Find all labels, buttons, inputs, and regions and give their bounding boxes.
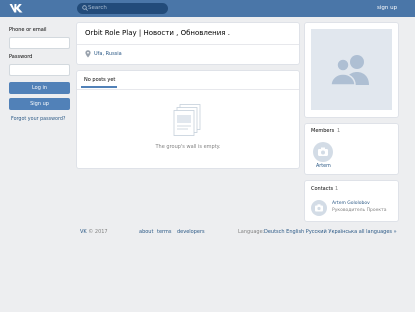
footer-developers-link[interactable]: developers xyxy=(177,229,205,235)
contact-avatar[interactable] xyxy=(311,200,327,216)
forgot-password-link[interactable]: Forgot your password? xyxy=(11,117,65,122)
footer-about-link[interactable]: about xyxy=(139,229,153,235)
contact-name[interactable]: Artem Gololobov xyxy=(332,201,370,206)
footer-language-label: Language: xyxy=(238,229,265,235)
password-field[interactable] xyxy=(9,64,70,76)
footer-copyright: VK © 2017 xyxy=(80,229,108,235)
camera-icon xyxy=(318,147,328,156)
footer-copyright-text: © 2017 xyxy=(88,229,108,235)
vk-logo-icon[interactable] xyxy=(9,2,23,14)
members-count: 1 xyxy=(337,128,341,134)
contacts-count: 1 xyxy=(335,186,339,192)
group-title: Orbit Role Play | Новости , Обновления . xyxy=(85,29,230,37)
member-avatar[interactable] xyxy=(313,142,333,162)
phone-email-label: Phone or email xyxy=(9,27,47,33)
divider xyxy=(77,89,299,90)
contact-role: Руководитель Проекта xyxy=(332,208,387,213)
group-location-link[interactable]: Ufa, Russia xyxy=(94,51,122,57)
login-button[interactable]: Log in xyxy=(9,82,70,94)
footer-vk-link[interactable]: VK xyxy=(80,229,87,235)
member-name[interactable]: Artem xyxy=(316,164,331,169)
password-label: Password xyxy=(9,54,33,60)
top-header xyxy=(0,0,415,17)
empty-wall-text: The group's wall is empty. xyxy=(155,144,221,150)
tab-active-underline xyxy=(81,86,117,88)
phone-email-field[interactable] xyxy=(9,37,70,49)
tab-posts[interactable]: No posts yet xyxy=(84,77,115,83)
signup-button[interactable]: Sign up xyxy=(9,98,70,110)
camera-icon xyxy=(315,204,323,212)
header-signup-link[interactable]: sign up xyxy=(377,3,397,14)
contacts-heading[interactable]: Contacts xyxy=(311,186,333,192)
location-pin-icon xyxy=(85,50,91,58)
divider xyxy=(77,44,299,45)
empty-wall-icon xyxy=(173,104,201,136)
footer-language-links[interactable]: Deutsch English Русский Українська all l… xyxy=(264,229,397,235)
search-placeholder: Search xyxy=(88,5,107,11)
members-heading[interactable]: Members xyxy=(311,128,334,134)
footer-terms-link[interactable]: terms xyxy=(157,229,171,235)
community-people-icon xyxy=(330,55,369,86)
